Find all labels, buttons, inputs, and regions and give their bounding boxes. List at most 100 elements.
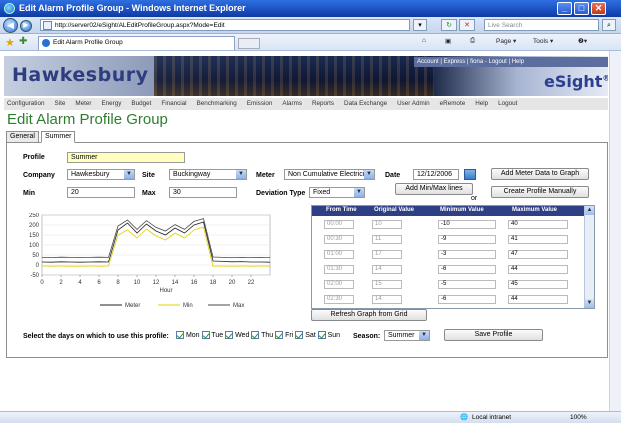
back-button[interactable]: ◀ (3, 18, 18, 33)
day-checkbox-sun[interactable]: Sun (317, 331, 340, 339)
menu-benchmarking[interactable]: Benchmarking (197, 98, 237, 110)
profile-input[interactable]: Summer (67, 152, 185, 163)
favorites-star-icon[interactable]: ★ (5, 36, 15, 49)
zoom-level[interactable]: 100% (570, 412, 587, 423)
minimum-value-input[interactable]: -5 (438, 280, 496, 289)
menu-alarms[interactable]: Alarms (282, 98, 302, 110)
address-input[interactable]: http://server02/eSight/ALEditProfileGrou… (40, 19, 410, 31)
meter-select[interactable]: Non Cumulative Electrici ▼ (284, 169, 375, 180)
create-profile-manually-button[interactable]: Create Profile Manually (491, 186, 589, 198)
minimum-value-input[interactable]: -3 (438, 250, 496, 259)
y-tick-label: 50 (32, 253, 39, 259)
checkbox-checked-icon (176, 331, 184, 339)
maximum-value-input[interactable]: 45 (508, 280, 568, 289)
menu-emission[interactable]: Emission (247, 98, 273, 110)
scroll-down-icon[interactable]: ▼ (585, 299, 594, 308)
refresh-button[interactable]: ↻ (441, 19, 457, 31)
menu-meter[interactable]: Meter (75, 98, 91, 110)
day-checkbox-wed[interactable]: Wed (225, 331, 250, 339)
feeds-icon[interactable]: ▣ (445, 37, 451, 45)
legend-label: Min (183, 303, 193, 309)
menu-data-exchange[interactable]: Data Exchange (344, 98, 387, 110)
date-input[interactable]: 12/12/2006 (413, 169, 459, 180)
tab-general[interactable]: General (6, 131, 39, 143)
day-checkbox-sat[interactable]: Sat (295, 331, 316, 339)
table-row: 00:30 11 -9 41 (312, 233, 584, 246)
save-profile-button[interactable]: Save Profile (444, 329, 543, 341)
season-label: Season: (353, 333, 381, 340)
minimum-value-input[interactable]: -6 (438, 265, 496, 274)
stop-button[interactable]: ✕ (459, 19, 475, 31)
day-checkbox-thu[interactable]: Thu (251, 331, 273, 339)
forward-button[interactable]: ▶ (20, 20, 32, 32)
home-icon[interactable]: ⌂ (422, 37, 426, 44)
maximum-value-input[interactable]: 44 (508, 295, 568, 304)
close-button[interactable]: ✕ (591, 2, 606, 15)
company-select[interactable]: Hawkesbury ▼ (67, 169, 135, 180)
scroll-up-icon[interactable]: ▲ (585, 206, 594, 215)
menu-configuration[interactable]: Configuration (7, 98, 44, 110)
menu-logout[interactable]: Logout (498, 98, 517, 110)
alarm-profile-chart: 250200150100500-500 2 4 6 8 10 12 14 16 18 20 22Hou… (29, 213, 271, 309)
max-label: Max (142, 190, 156, 197)
company-value: Hawkesbury (71, 171, 110, 178)
day-checkbox-tue[interactable]: Tue (201, 331, 223, 339)
menu-energy[interactable]: Energy (101, 98, 121, 110)
maximum-value-input[interactable]: 47 (508, 250, 568, 259)
day-label: Wed (235, 331, 250, 339)
minimum-value-input[interactable]: -9 (438, 235, 496, 244)
calendar-icon[interactable] (464, 169, 476, 180)
product-name: eSight (544, 72, 603, 91)
menu-budget[interactable]: Budget (131, 98, 151, 110)
address-url: http://server02/eSight/ALEditProfileGrou… (55, 22, 225, 29)
y-tick-label: 0 (36, 263, 40, 269)
menu-financial[interactable]: Financial (161, 98, 186, 110)
help-menu[interactable]: ❷▾ (578, 37, 587, 45)
maximum-value-input[interactable]: 41 (508, 235, 568, 244)
page-scrollbar[interactable] (609, 51, 621, 411)
add-favorite-icon[interactable]: ✚ (19, 36, 27, 47)
tab-summer[interactable]: Summer (41, 131, 76, 143)
min-input[interactable]: 20 (67, 187, 135, 198)
maximize-button[interactable]: □ (574, 2, 589, 15)
deviation-type-select[interactable]: Fixed ▼ (309, 187, 365, 198)
add-meter-data-button[interactable]: Add Meter Data to Graph (491, 168, 589, 180)
print-icon[interactable]: ⎙ (470, 37, 475, 45)
meter-value: Non Cumulative Electrici (288, 171, 365, 178)
menu-eremote[interactable]: eRemote (440, 98, 466, 110)
new-tab-button[interactable] (238, 38, 260, 49)
meter-label: Meter (256, 172, 275, 179)
page-menu[interactable]: Page ▾ (496, 37, 516, 45)
address-dropdown-button[interactable]: ▾ (413, 19, 427, 31)
menu-site[interactable]: Site (54, 98, 65, 110)
menu-reports[interactable]: Reports (312, 98, 334, 110)
grid-scrollbar[interactable]: ▲ ▼ (584, 206, 594, 308)
menu-user-admin[interactable]: User Admin (397, 98, 430, 110)
minimum-value-input[interactable]: -6 (438, 295, 496, 304)
maximum-value-input[interactable]: 44 (508, 265, 568, 274)
original-value-cell: 14 (372, 295, 402, 304)
day-checkbox-mon[interactable]: Mon (176, 331, 200, 339)
top-links[interactable]: Account | Express | fiona - Logout | Hel… (414, 57, 608, 67)
search-go-button[interactable]: ⌕ (602, 19, 616, 31)
maximum-value-input[interactable]: 40 (508, 220, 568, 229)
day-checkbox-fri[interactable]: Fri (275, 331, 293, 339)
x-tick-label: 22 (248, 280, 255, 286)
globe-icon: 🌐 (460, 414, 469, 421)
season-select[interactable]: Summer ▼ (384, 330, 430, 341)
table-row: 02:00 15 -5 45 (312, 278, 584, 291)
command-bar: ★ ✚ Edit Alarm Profile Group ⌂ ▣ ⎙ Page … (0, 34, 621, 51)
minimize-button[interactable]: _ (557, 2, 572, 15)
refresh-graph-button[interactable]: Refresh Graph from Grid (311, 309, 427, 321)
max-input[interactable]: 30 (169, 187, 237, 198)
minimum-value-input[interactable]: -10 (438, 220, 496, 229)
day-label: Sat (305, 331, 316, 339)
browser-tab[interactable]: Edit Alarm Profile Group (38, 36, 235, 50)
chevron-down-icon: ▼ (354, 188, 364, 197)
site-banner: Hawkesbury Account | Express | fiona - L… (4, 56, 608, 96)
tools-menu[interactable]: Tools ▾ (533, 37, 553, 45)
live-search-input[interactable]: Live Search (484, 19, 599, 31)
site-select[interactable]: Buckingway ▼ (169, 169, 247, 180)
add-min-max-lines-button[interactable]: Add Min/Max lines (395, 183, 473, 195)
menu-help[interactable]: Help (475, 98, 488, 110)
